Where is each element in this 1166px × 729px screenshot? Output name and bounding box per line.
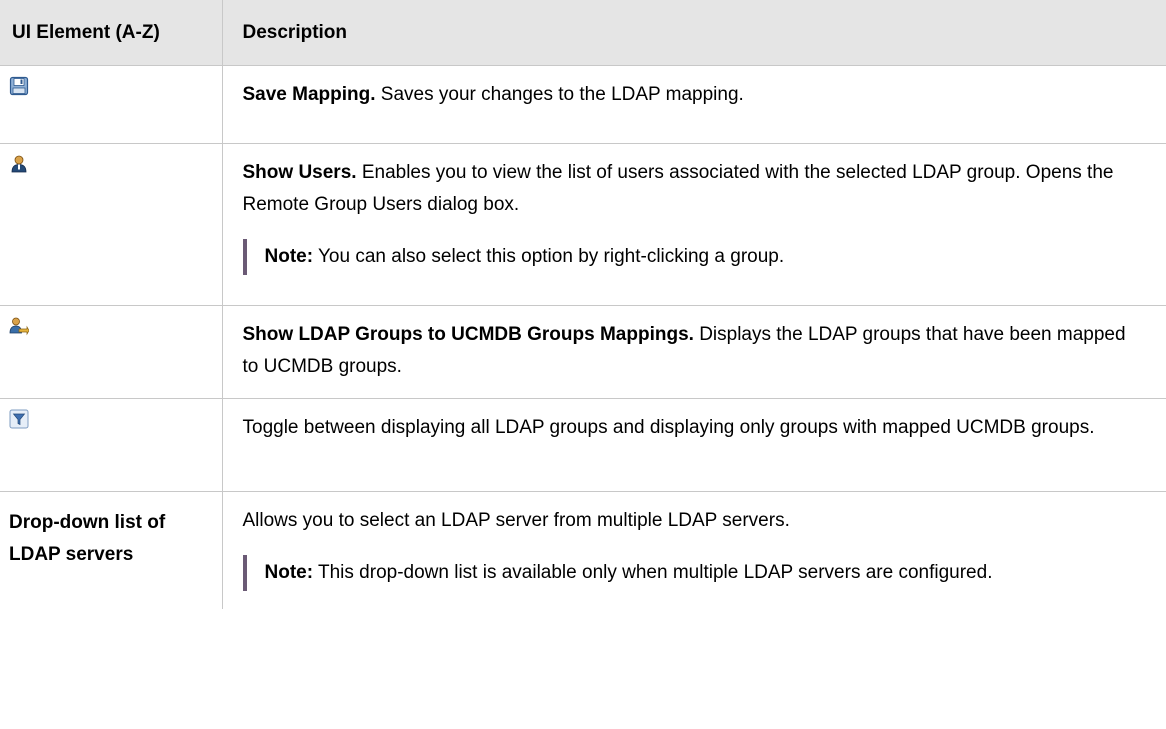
note-label: Note: [264, 562, 314, 583]
row-text: Toggle between displaying all LDAP group… [242, 417, 1095, 438]
ui-element-cell [0, 398, 223, 492]
description-cell: Save Mapping. Saves your changes to the … [222, 65, 1166, 144]
ui-element-cell: Drop-down list of LDAP servers [0, 491, 223, 609]
row-title: Show LDAP Groups to UCMDB Groups Mapping… [242, 324, 694, 345]
filter-icon [9, 409, 29, 429]
row-text: Saves your changes to the LDAP mapping. [375, 84, 744, 105]
note-label: Note: [264, 246, 314, 267]
table-row: Drop-down list of LDAP servers Allows yo… [0, 491, 1166, 610]
save-icon [9, 76, 29, 96]
table-header-row: UI Element (A-Z) Description [0, 0, 1166, 66]
note-text: This drop-down list is available only wh… [313, 562, 993, 583]
description-cell: Toggle between displaying all LDAP group… [222, 398, 1166, 492]
row-text: Allows you to select an LDAP server from… [242, 510, 790, 531]
ui-element-cell [0, 305, 223, 399]
ui-element-label: Drop-down list of LDAP servers [9, 512, 166, 565]
row-title: Save Mapping. [242, 84, 376, 105]
header-description: Description [222, 0, 1166, 66]
note-box: Note: This drop-down list is available o… [242, 555, 1143, 591]
ui-element-cell [0, 143, 223, 306]
note-box: Note: You can also select this option by… [242, 239, 1143, 275]
group-mapping-icon [9, 316, 29, 336]
description-cell: Show LDAP Groups to UCMDB Groups Mapping… [222, 305, 1166, 399]
header-ui-element: UI Element (A-Z) [0, 0, 223, 66]
table-row: Save Mapping. Saves your changes to the … [0, 65, 1166, 144]
table-row: Show Users. Enables you to view the list… [0, 143, 1166, 306]
row-text: Enables you to view the list of users as… [242, 162, 1114, 215]
table-row: Show LDAP Groups to UCMDB Groups Mapping… [0, 305, 1166, 399]
row-title: Show Users. [242, 162, 357, 183]
table-row: Toggle between displaying all LDAP group… [0, 398, 1166, 492]
description-cell: Show Users. Enables you to view the list… [222, 143, 1166, 306]
ui-elements-table: UI Element (A-Z) Description Save Mappin… [0, 0, 1166, 609]
description-cell: Allows you to select an LDAP server from… [222, 492, 1166, 610]
note-text: You can also select this option by right… [313, 246, 785, 267]
show-users-icon [9, 154, 29, 174]
ui-element-cell [0, 65, 223, 144]
